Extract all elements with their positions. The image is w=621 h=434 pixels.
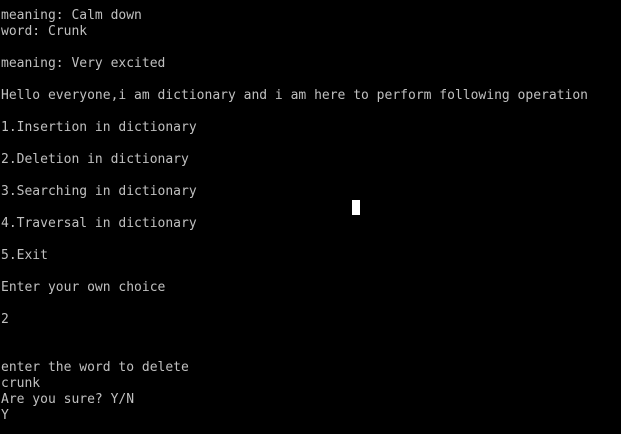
- delete-word-prompt: enter the word to delete: [1, 360, 189, 375]
- console-line-greeting: Hello everyone,i am dictionary and i am …: [1, 88, 588, 103]
- menu-option-searching: 3.Searching in dictionary: [1, 184, 197, 199]
- confirm-prompt: Are you sure? Y/N: [1, 392, 135, 407]
- text-cursor: [352, 200, 360, 215]
- choice-input-value: 2: [1, 312, 9, 327]
- console-line-word: word: Crunk: [1, 24, 88, 39]
- confirm-answer: Y: [1, 408, 9, 423]
- menu-option-insertion: 1.Insertion in dictionary: [1, 120, 197, 135]
- menu-option-traversal: 4.Traversal in dictionary: [1, 216, 197, 231]
- console-line-meaning-1: meaning: Calm down: [1, 8, 142, 23]
- delete-word-value: crunk: [1, 376, 41, 391]
- menu-option-exit: 5.Exit: [1, 248, 48, 263]
- choice-prompt: Enter your own choice: [1, 280, 166, 295]
- console-window[interactable]: meaning: Calm down word: Crunk meaning: …: [0, 0, 621, 434]
- console-line-meaning-2: meaning: Very excited: [1, 56, 166, 71]
- menu-option-deletion: 2.Deletion in dictionary: [1, 152, 189, 167]
